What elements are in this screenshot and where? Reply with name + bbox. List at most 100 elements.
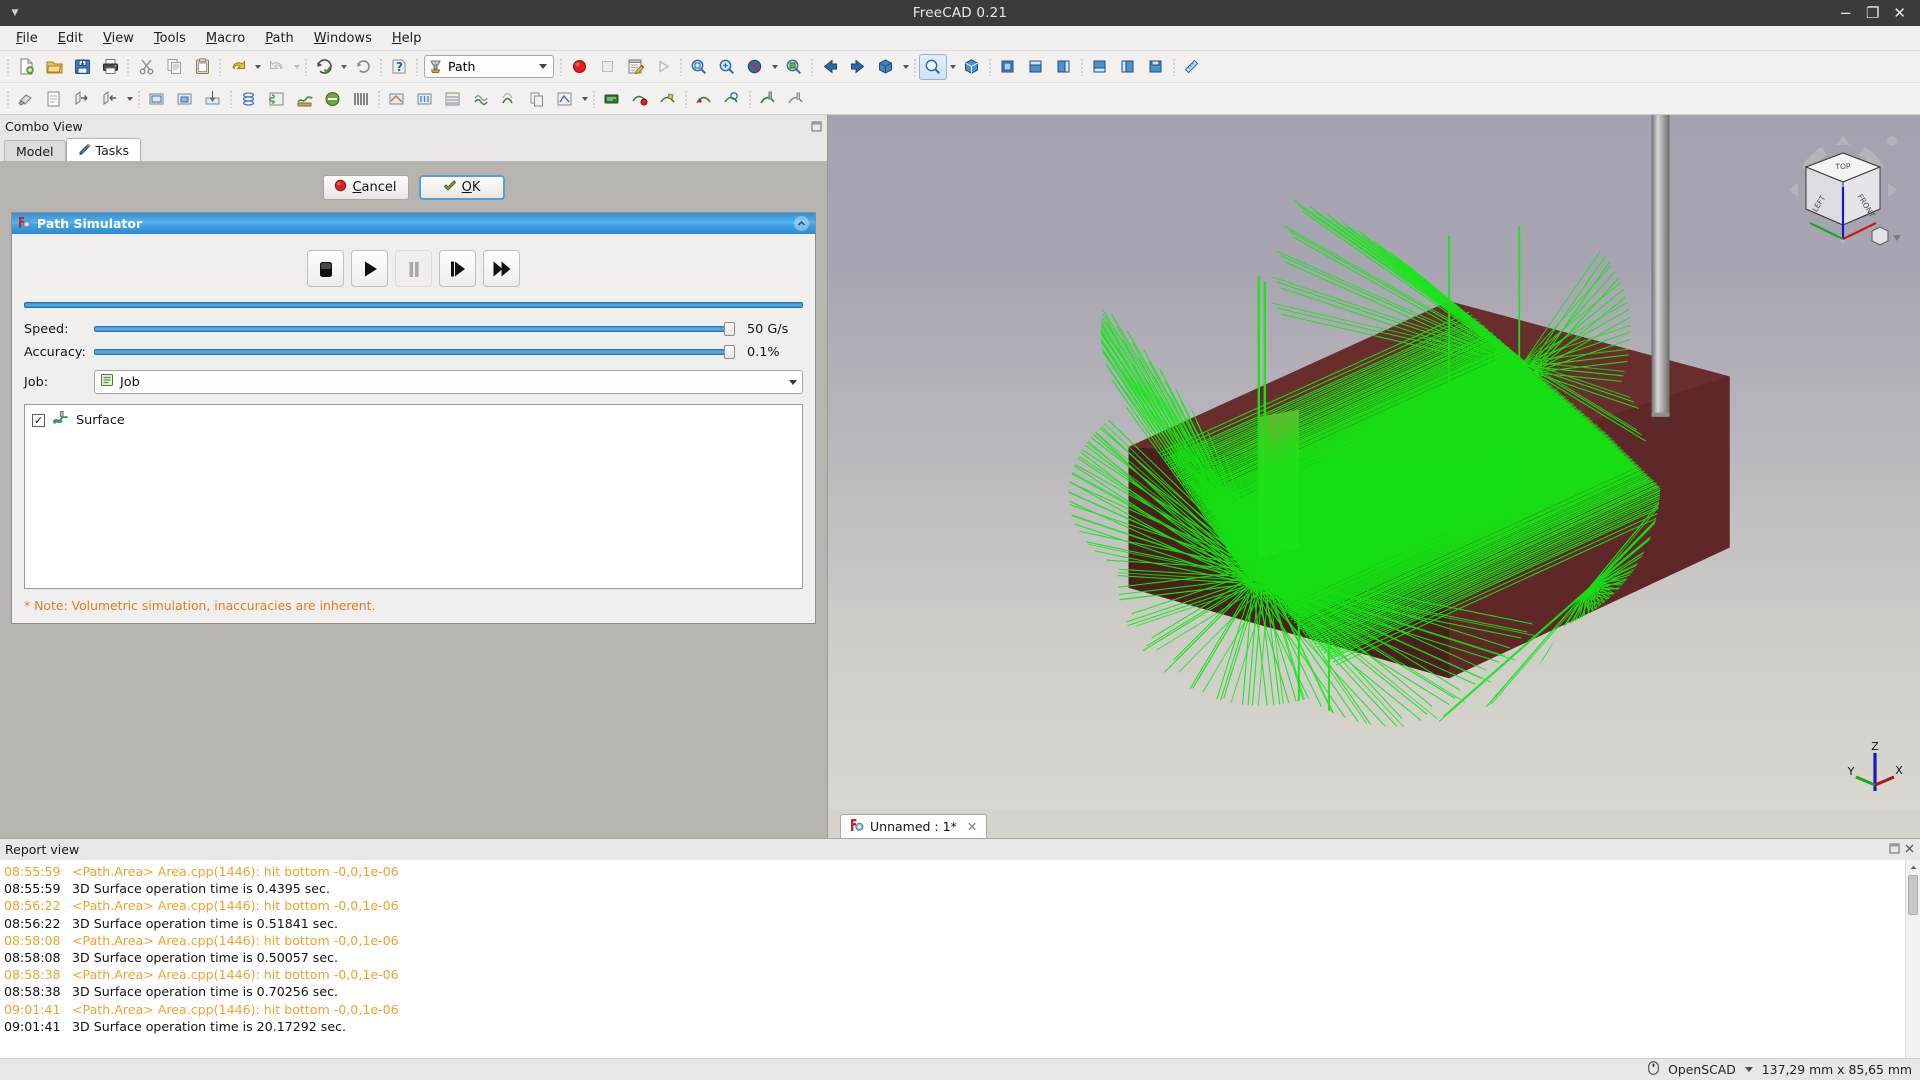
view-rear-icon[interactable]	[1086, 54, 1114, 80]
path-comment-icon[interactable]	[598, 86, 626, 112]
measure-icon[interactable]	[1178, 54, 1206, 80]
new-document-icon[interactable]	[12, 54, 40, 80]
path-drilling-icon[interactable]	[199, 86, 227, 112]
menu-macro[interactable]: Macro	[196, 28, 255, 49]
path-deburr-icon[interactable]	[383, 86, 411, 112]
accuracy-slider[interactable]	[94, 345, 735, 359]
whats-this-icon[interactable]: ?	[385, 54, 413, 80]
navcube-home-icon[interactable]	[1871, 226, 1901, 246]
view-front-icon[interactable]	[994, 54, 1022, 80]
toolbar-grip[interactable]	[590, 88, 598, 110]
refresh-icon[interactable]	[310, 54, 338, 80]
menu-file[interactable]: File	[6, 28, 48, 49]
operations-list[interactable]: ✓ Surface	[24, 404, 803, 589]
play-button[interactable]	[351, 250, 388, 287]
path-stop-icon[interactable]	[626, 86, 654, 112]
open-folder-icon[interactable]	[40, 54, 68, 80]
fit-all-icon[interactable]	[685, 54, 713, 80]
path-dropdown-icon[interactable]	[124, 86, 135, 112]
path-post-icon[interactable]	[40, 86, 68, 112]
draw-style-icon[interactable]	[741, 54, 769, 80]
toolbar-grip[interactable]	[677, 56, 685, 78]
report-scrollbar[interactable]	[1905, 860, 1920, 1058]
menu-tools[interactable]: Tools	[144, 28, 196, 49]
toolbar-grip[interactable]	[4, 88, 12, 110]
speed-slider[interactable]	[94, 322, 735, 336]
toolbar-grip[interactable]	[124, 56, 132, 78]
cancel-button[interactable]: Cancel	[322, 175, 409, 200]
select-dropdown-icon[interactable]	[947, 54, 958, 80]
toolbar-grip[interactable]	[4, 56, 12, 78]
save-icon[interactable]	[68, 54, 96, 80]
path-surface-icon[interactable]	[291, 86, 319, 112]
toolbar-grip[interactable]	[1078, 56, 1086, 78]
path-adaptive-icon[interactable]	[263, 86, 291, 112]
axonometric-icon[interactable]	[958, 54, 986, 80]
menu-path[interactable]: Path	[255, 28, 304, 49]
3d-viewport[interactable]: TOP LEFT FRONT Z Y X	[828, 115, 1920, 809]
print-icon[interactable]	[96, 54, 124, 80]
paste-icon[interactable]	[188, 54, 216, 80]
stop-button[interactable]	[307, 250, 344, 287]
macro-record-icon[interactable]	[565, 54, 593, 80]
redo-arrow-icon[interactable]	[263, 54, 291, 80]
path-engrave-icon[interactable]	[347, 86, 375, 112]
document-tab-unnamed[interactable]: Unnamed : 1* ✕	[840, 814, 988, 838]
menu-edit[interactable]: Edit	[48, 28, 93, 49]
toolbar-grip[interactable]	[682, 88, 690, 110]
view-right-icon[interactable]	[1050, 54, 1078, 80]
step-button[interactable]	[439, 250, 476, 287]
dock-float-button[interactable]	[811, 121, 822, 132]
collapse-chevron-icon[interactable]	[794, 216, 809, 231]
toolbar-grip[interactable]	[746, 88, 754, 110]
path-pocket-icon[interactable]	[171, 86, 199, 112]
toolbar-grip[interactable]	[302, 56, 310, 78]
cut-scissors-icon[interactable]	[132, 54, 160, 80]
toolbar-grip[interactable]	[135, 88, 143, 110]
window-maximize-button[interactable]: ❐	[1866, 5, 1879, 21]
forward-arrow-icon[interactable]	[844, 54, 872, 80]
path-vcarve-icon[interactable]	[411, 86, 439, 112]
simulation-progress-bar[interactable]	[24, 299, 803, 311]
view-dropdown-icon[interactable]	[900, 54, 911, 80]
path-job-icon[interactable]	[12, 86, 40, 112]
path-import-icon[interactable]	[96, 86, 124, 112]
window-minimize-button[interactable]: −	[1839, 5, 1852, 21]
fast-forward-button[interactable]	[483, 250, 520, 287]
workbench-selector[interactable]: Path	[424, 55, 554, 78]
toolbar-grip[interactable]	[808, 56, 816, 78]
path-copy-icon[interactable]	[495, 86, 523, 112]
toolbar-grip[interactable]	[377, 56, 385, 78]
toolbar-grip[interactable]	[986, 56, 994, 78]
zoom-box-icon[interactable]	[713, 54, 741, 80]
toolbar-grip[interactable]	[557, 56, 565, 78]
path-slot-icon[interactable]	[319, 86, 347, 112]
menu-view[interactable]: View	[93, 28, 144, 49]
view-top-icon[interactable]	[1022, 54, 1050, 80]
toolbar-grip[interactable]	[911, 56, 919, 78]
back-arrow-icon[interactable]	[816, 54, 844, 80]
refresh-circle-icon[interactable]	[349, 54, 377, 80]
report-view-body[interactable]: 08:55:59 <Path.Area> Area.cpp(1446): hit …	[0, 860, 1920, 1058]
operation-checkbox[interactable]: ✓	[32, 414, 45, 427]
menu-help[interactable]: Help	[382, 28, 432, 49]
scrollbar-thumb[interactable]	[1908, 875, 1918, 915]
tab-model[interactable]: Model	[4, 140, 66, 161]
job-select[interactable]: Job	[94, 370, 803, 394]
menu-windows[interactable]: Windows	[304, 28, 382, 49]
toolbar-grip[interactable]	[413, 56, 421, 78]
close-icon[interactable]: ✕	[967, 819, 977, 834]
toolbar-grip[interactable]	[227, 88, 235, 110]
scroll-up-arrow-icon[interactable]	[1906, 860, 1920, 875]
macro-edit-icon[interactable]	[621, 54, 649, 80]
accuracy-slider-handle[interactable]	[724, 345, 735, 359]
undo-arrow-icon[interactable]	[224, 54, 252, 80]
path-simulator-icon[interactable]	[754, 86, 782, 112]
navigation-style-dropdown-icon[interactable]	[1744, 1067, 1753, 1072]
zoom-selection-icon[interactable]	[780, 54, 808, 80]
navigation-style-label[interactable]: OpenSCAD	[1668, 1062, 1736, 1077]
path-waterline-icon[interactable]	[439, 86, 467, 112]
pause-button[interactable]	[395, 250, 432, 287]
view-isometric-icon[interactable]	[872, 54, 900, 80]
draw-style-dropdown-icon[interactable]	[769, 54, 780, 80]
